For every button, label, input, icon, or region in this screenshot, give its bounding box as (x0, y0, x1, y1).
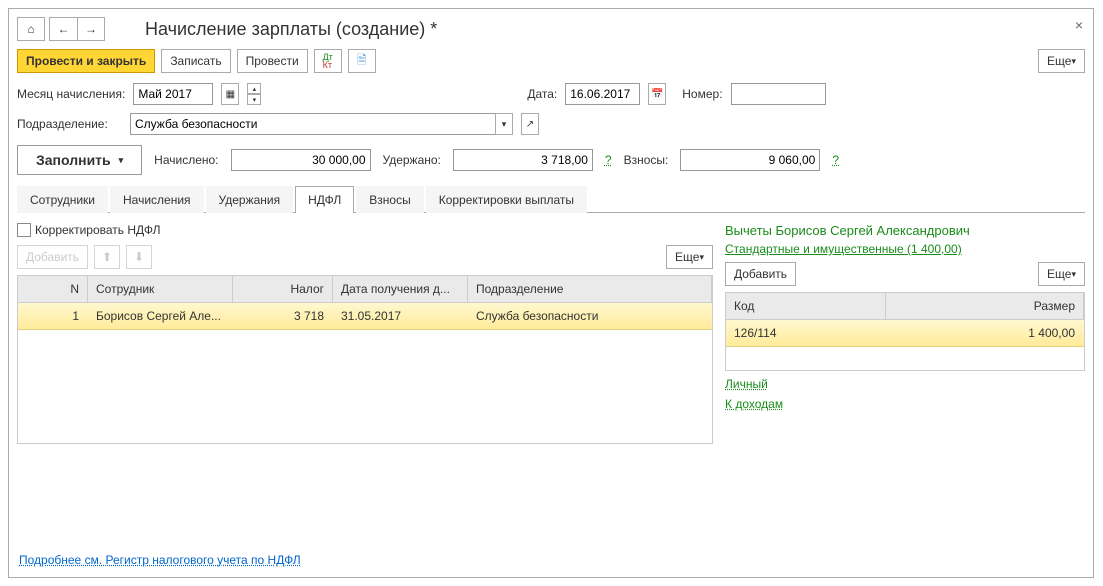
close-button[interactable]: × (1075, 17, 1083, 33)
post-and-close-button[interactable]: Провести и закрыть (17, 49, 155, 73)
home-button[interactable]: ⌂ (17, 17, 45, 41)
month-label: Месяц начисления: (17, 87, 125, 101)
fill-button[interactable]: Заполнить (17, 145, 142, 175)
col-dept-header[interactable]: Подразделение (468, 276, 712, 302)
withheld-hint[interactable]: ? (605, 153, 612, 167)
document-button[interactable]: 🗎 (348, 49, 376, 73)
date-picker-button[interactable] (648, 83, 666, 105)
department-label: Подразделение: (17, 117, 122, 131)
register-link[interactable]: Подробнее см. Регистр налогового учета п… (19, 553, 301, 567)
personal-link[interactable]: Личный (725, 377, 1085, 391)
number-input[interactable] (731, 83, 826, 105)
col-tax-header[interactable]: Налог (233, 276, 333, 302)
cell-employee: Борисов Сергей Але... (88, 303, 233, 329)
month-input[interactable] (133, 83, 213, 105)
deductions-title: Вычеты Борисов Сергей Александрович (725, 223, 1085, 238)
tab-employees[interactable]: Сотрудники (17, 186, 108, 213)
contrib-label: Взносы: (624, 153, 669, 167)
department-open-button[interactable]: ↗ (521, 113, 539, 135)
cell-date: 31.05.2017 (333, 303, 468, 329)
tab-contributions[interactable]: Взносы (356, 186, 423, 213)
deductions-more-button[interactable]: Еще (1038, 262, 1085, 286)
department-dropdown-button[interactable]: ▾ (495, 113, 513, 135)
department-input[interactable] (130, 113, 495, 135)
table-more-button[interactable]: Еще (666, 245, 713, 269)
month-picker-button[interactable]: ▦ (221, 83, 239, 105)
tab-accruals[interactable]: Начисления (110, 186, 204, 213)
month-down-button[interactable]: ▾ (247, 94, 261, 105)
back-button[interactable]: ← (49, 17, 77, 41)
correct-ndfl-label: Корректировать НДФЛ (35, 223, 160, 237)
tabs: Сотрудники Начисления Удержания НДФЛ Взн… (17, 185, 1085, 213)
cell-size: 1 400,00 (886, 320, 1084, 346)
correct-ndfl-checkbox[interactable] (17, 223, 31, 237)
accrued-input[interactable] (231, 149, 371, 171)
tab-deductions[interactable]: Удержания (206, 186, 294, 213)
col-size-header[interactable]: Размер (886, 293, 1084, 319)
move-up-button[interactable]: ⬆ (94, 245, 120, 269)
col-code-header[interactable]: Код (726, 293, 886, 319)
cell-code: 126/114 (726, 320, 886, 346)
save-button[interactable]: Записать (161, 49, 230, 73)
ndfl-table: N Сотрудник Налог Дата получения д... По… (17, 275, 713, 444)
contrib-input[interactable] (680, 149, 820, 171)
cell-dept: Служба безопасности (468, 303, 712, 329)
more-button[interactable]: Еще (1038, 49, 1085, 73)
tab-payment-corrections[interactable]: Корректировки выплаты (426, 186, 587, 213)
forward-button[interactable]: → (77, 17, 105, 41)
accrued-label: Начислено: (154, 153, 218, 167)
std-deductions-link[interactable]: Стандартные и имущественные (1 400,00) (725, 242, 1085, 256)
add-row-button[interactable]: Добавить (17, 245, 88, 269)
income-link[interactable]: К доходам (725, 397, 1085, 411)
col-employee-header[interactable]: Сотрудник (88, 276, 233, 302)
add-deduction-button[interactable]: Добавить (725, 262, 796, 286)
table-row[interactable]: 1 Борисов Сергей Але... 3 718 31.05.2017… (18, 303, 712, 330)
col-date-header[interactable]: Дата получения д... (333, 276, 468, 302)
page-title: Начисление зарплаты (создание) * (145, 19, 437, 40)
col-n-header[interactable]: N (18, 276, 88, 302)
number-label: Номер: (682, 87, 722, 101)
date-label: Дата: (527, 87, 557, 101)
date-input[interactable] (565, 83, 640, 105)
deductions-table: Код Размер 126/114 1 400,00 (725, 292, 1085, 371)
contrib-hint[interactable]: ? (832, 153, 839, 167)
table-row[interactable]: 126/114 1 400,00 (726, 320, 1084, 347)
cell-n: 1 (18, 303, 88, 329)
move-down-button[interactable]: ⬇ (126, 245, 152, 269)
tab-ndfl[interactable]: НДФЛ (295, 186, 354, 213)
withheld-input[interactable] (453, 149, 593, 171)
dtkt-button[interactable]: ДтКт (314, 49, 342, 73)
month-up-button[interactable]: ▴ (247, 83, 261, 94)
withheld-label: Удержано: (383, 153, 441, 167)
cell-tax: 3 718 (233, 303, 333, 329)
post-button[interactable]: Провести (237, 49, 308, 73)
